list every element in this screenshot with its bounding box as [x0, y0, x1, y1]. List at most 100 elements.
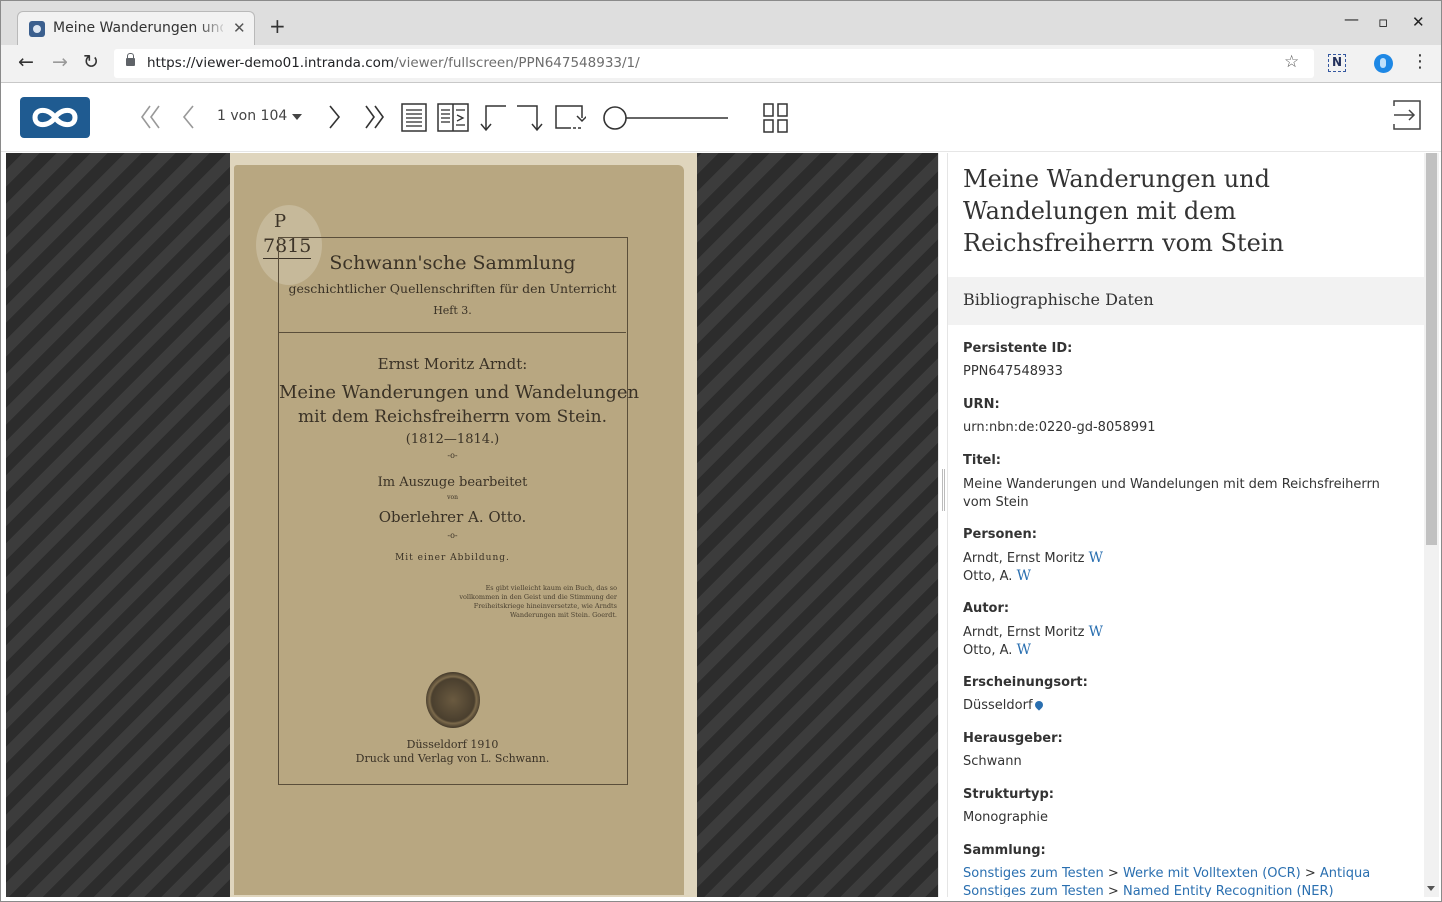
exit-fullscreen-icon[interactable]: [1392, 100, 1422, 130]
title-frame: Schwann'sche Sammlung geschichtlicher Qu…: [278, 237, 640, 785]
page-select[interactable]: 1 von 104: [217, 108, 287, 124]
scan-von: von: [447, 494, 458, 501]
scan-place-year: Düsseldorf 1910: [406, 738, 499, 751]
minimize-icon[interactable]: —: [1344, 10, 1359, 28]
maximize-icon[interactable]: ▫: [1378, 13, 1388, 31]
image-viewer[interactable]: P 7815 Schwann'sche Sammlung geschichtli…: [6, 153, 938, 897]
tab-close-icon[interactable]: ✕: [233, 19, 246, 37]
panel-splitter[interactable]: [938, 153, 948, 897]
person-name[interactable]: Otto, A.: [963, 569, 1012, 584]
bookmark-star-icon[interactable]: ☆: [1284, 52, 1299, 72]
publisher-value[interactable]: Schwann: [963, 754, 1022, 769]
author-name[interactable]: Otto, A.: [963, 643, 1012, 658]
tab-title-fade: [198, 14, 228, 42]
scrollbar-thumb[interactable]: [1426, 153, 1437, 545]
structure-type-value[interactable]: Monographie: [963, 810, 1048, 825]
viewer-toolbar: 1 von 104: [1, 84, 1441, 152]
wikipedia-icon[interactable]: W: [1089, 624, 1103, 640]
persistent-id-value: PPN647548933: [963, 364, 1063, 379]
double-chevron-right-icon[interactable]: [363, 104, 387, 130]
scan-author: Ernst Moritz Arndt:: [377, 355, 528, 373]
browser-window: Meine Wanderungen und W ✕ + — ▫ ✕ ← → ↻ …: [0, 0, 1442, 902]
person-item: Arndt, Ernst Moritz W: [963, 550, 1103, 566]
page-scan[interactable]: P 7815 Schwann'sche Sammlung geschichtli…: [230, 153, 697, 897]
chevron-down-icon[interactable]: [292, 114, 302, 120]
infinity-logo-icon: [32, 107, 78, 128]
single-page-view-icon[interactable]: [401, 103, 427, 132]
author-label: Autor:: [963, 601, 1010, 616]
address-bar[interactable]: https://viewer-demo01.intranda.com/viewe…: [114, 49, 1314, 78]
rotate-left-icon[interactable]: [478, 104, 508, 132]
url-path: /viewer/fullscreen/PPN647548933/1/: [394, 55, 640, 71]
collection-link[interactable]: Sonstiges zum Testen: [963, 866, 1104, 881]
forward-icon[interactable]: →: [52, 51, 68, 73]
author-item: Arndt, Ernst Moritz W: [963, 624, 1103, 640]
reset-rotation-icon[interactable]: [554, 104, 586, 132]
favicon-icon: [29, 21, 45, 37]
place-item: Düsseldorf: [963, 698, 1045, 713]
breadcrumb-separator: >: [1107, 884, 1119, 897]
back-icon[interactable]: ←: [18, 51, 34, 73]
zoom-slider[interactable]: [601, 104, 731, 132]
browser-tab[interactable]: Meine Wanderungen und W ✕: [17, 11, 255, 45]
url-text: https://viewer-demo01.intranda.com/viewe…: [147, 55, 640, 71]
urn-value: urn:nbn:de:0220-gd-8058991: [963, 420, 1156, 435]
goobi-logo[interactable]: [20, 97, 90, 138]
scroll-down-arrow-icon[interactable]: [1427, 886, 1435, 891]
tab-strip: Meine Wanderungen und W ✕ + — ▫ ✕: [1, 1, 1441, 45]
publisher-seal-icon: [426, 672, 480, 728]
thumbnail-grid-icon[interactable]: [763, 103, 789, 133]
persistent-id-label: Persistente ID:: [963, 341, 1073, 356]
extension-n-icon[interactable]: N: [1328, 54, 1346, 72]
bibliographic-data-heading[interactable]: Bibliographische Daten: [948, 277, 1424, 325]
scan-publisher: Druck und Verlag von L. Schwann.: [355, 752, 550, 765]
rotate-right-icon[interactable]: [515, 104, 545, 132]
double-chevron-left-icon[interactable]: [139, 104, 163, 130]
collection-link[interactable]: Named Entity Recognition (NER): [1123, 884, 1334, 897]
scan-divider: [279, 332, 626, 333]
document-title: Meine Wanderungen und Wandelungen mit de…: [963, 165, 1284, 257]
url-host: https://viewer-demo01.intranda.com: [147, 55, 395, 71]
place-label: Erscheinungsort:: [963, 675, 1088, 690]
map-pin-icon[interactable]: [1032, 699, 1045, 711]
person-item: Otto, A. W: [963, 568, 1031, 584]
scan-edited: Im Auszuge bearbeitet: [377, 475, 528, 490]
wikipedia-icon[interactable]: W: [1017, 568, 1031, 584]
collection-label: Sammlung:: [963, 843, 1046, 858]
scan-title-line2: mit dem Reichsfreiherrn vom Stein.: [298, 407, 607, 427]
chevron-left-icon[interactable]: [181, 104, 195, 130]
sidebar-scrollbar[interactable]: [1424, 153, 1439, 897]
title-label: Titel:: [963, 453, 1002, 468]
splitter-grip-icon[interactable]: [942, 469, 945, 511]
zoom-slider-handle: [603, 106, 627, 130]
lock-icon: [126, 53, 135, 66]
scan-quote: Es gibt vielleicht kaum ein Buch, das so…: [459, 584, 617, 619]
widget-heading-text: Bibliographische Daten: [963, 290, 1154, 309]
scan-title-line1: Meine Wanderungen und Wandelungen: [279, 382, 640, 403]
reload-icon[interactable]: ↻: [83, 51, 99, 73]
place-value[interactable]: Düsseldorf: [963, 698, 1033, 713]
scan-editor: Oberlehrer A. Otto.: [378, 508, 527, 526]
collection-link[interactable]: Antiqua: [1320, 866, 1370, 881]
scan-illustration: Mit einer Abbildung.: [395, 553, 510, 563]
collection-link[interactable]: Werke mit Volltexten (OCR): [1123, 866, 1301, 881]
browser-menu-icon[interactable]: ⋮: [1411, 51, 1429, 72]
collection-link[interactable]: Sonstiges zum Testen: [963, 884, 1104, 897]
scan-series-title: Schwann'sche Sammlung: [329, 252, 576, 274]
book-cover: P 7815 Schwann'sche Sammlung geschichtli…: [234, 165, 684, 895]
double-page-view-icon[interactable]: [437, 103, 469, 132]
collection-path: Sonstiges zum Testen > Named Entity Reco…: [963, 884, 1334, 897]
chevron-right-icon[interactable]: [328, 104, 342, 130]
extension-drop-icon[interactable]: [1374, 54, 1393, 73]
title-value: Meine Wanderungen und Wandelungen mit de…: [963, 477, 1380, 510]
person-name[interactable]: Arndt, Ernst Moritz: [963, 551, 1084, 566]
wikipedia-icon[interactable]: W: [1017, 642, 1031, 658]
wikipedia-icon[interactable]: W: [1089, 550, 1103, 566]
breadcrumb-separator: >: [1107, 866, 1119, 881]
close-icon[interactable]: ✕: [1412, 13, 1425, 31]
scan-series-issue: Heft 3.: [433, 304, 472, 317]
scan-years: (1812—1814.): [405, 432, 500, 447]
new-tab-button[interactable]: +: [269, 14, 286, 38]
metadata-sidebar: Meine Wanderungen und Wandelungen mit de…: [948, 153, 1424, 897]
author-name[interactable]: Arndt, Ernst Moritz: [963, 625, 1084, 640]
